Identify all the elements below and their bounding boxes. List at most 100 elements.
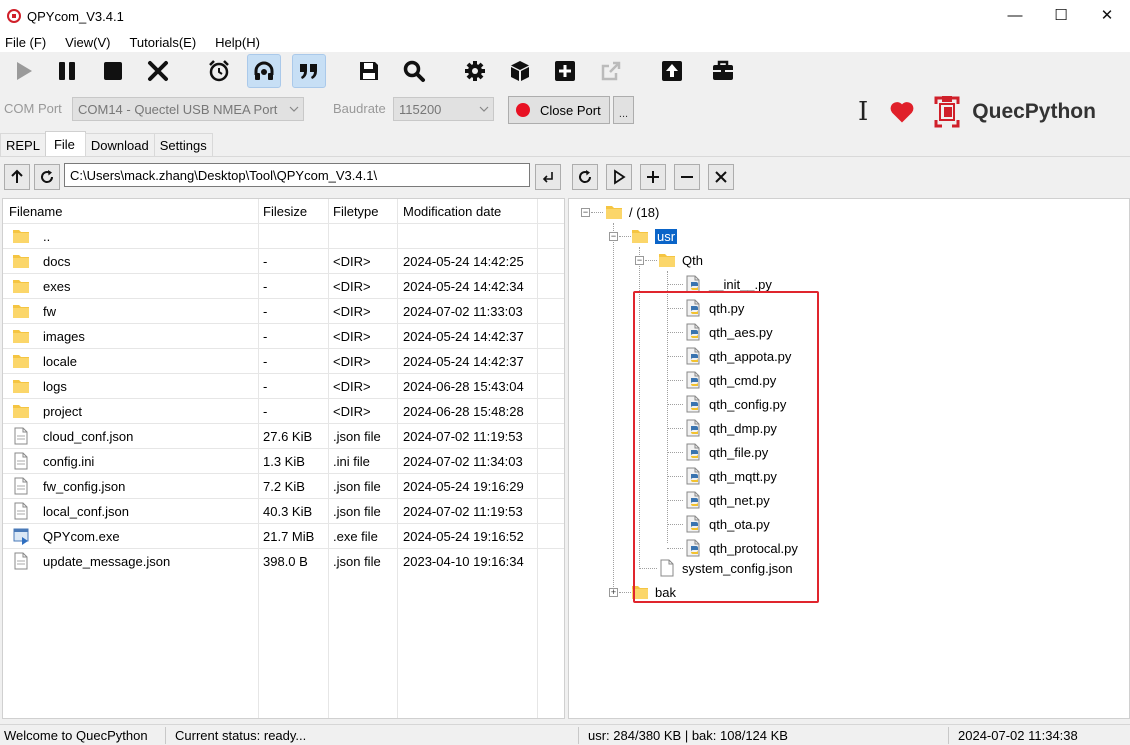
- remove-button[interactable]: [674, 164, 700, 190]
- close-window-button[interactable]: ✕: [1084, 0, 1130, 30]
- folder-icon: [606, 206, 622, 219]
- cell-filename: docs: [9, 249, 70, 273]
- baudrate-label: Baudrate: [333, 101, 386, 116]
- table-row[interactable]: local_conf.json 40.3 KiB .json file 2024-07…: [3, 498, 564, 523]
- menu-view[interactable]: View(V): [60, 35, 116, 50]
- header-filesize[interactable]: Filesize: [263, 199, 307, 223]
- more-options-button[interactable]: ...: [613, 96, 634, 124]
- table-row[interactable]: fw - <DIR> 2024-07-02 11:33:03: [3, 298, 564, 323]
- run-script-button[interactable]: [606, 164, 632, 190]
- header-modification-date[interactable]: Modification date: [403, 199, 501, 223]
- table-row[interactable]: ..: [3, 223, 564, 248]
- table-row[interactable]: exes - <DIR> 2024-05-24 14:42:34: [3, 273, 564, 298]
- table-row[interactable]: docs - <DIR> 2024-05-24 14:42:25: [3, 248, 564, 273]
- tree-root[interactable]: / (18): [605, 201, 659, 223]
- go-path-button[interactable]: [535, 164, 561, 190]
- status-memory: usr: 284/380 KB | bak: 108/124 KB: [588, 728, 788, 743]
- tree-folder-usr[interactable]: usr: [631, 225, 678, 247]
- parent-directory-button[interactable]: [4, 164, 30, 190]
- maximize-button[interactable]: ☐: [1038, 0, 1084, 30]
- app-logo-icon: [7, 9, 21, 23]
- table-row[interactable]: config.ini 1.3 KiB .ini file 2024-07-02 11:…: [3, 448, 564, 473]
- cell-filetype: <DIR>: [333, 278, 371, 294]
- header-filename[interactable]: Filename: [9, 199, 62, 223]
- export-button[interactable]: [594, 54, 628, 88]
- folder-icon: [659, 254, 675, 267]
- menu-help[interactable]: Help(H): [210, 35, 266, 50]
- toolbox-button[interactable]: [706, 54, 740, 88]
- new-file-button[interactable]: [640, 164, 666, 190]
- timer-button[interactable]: [202, 54, 236, 88]
- port-bar: COM Port COM14 - Quectel USB NMEA Port B…: [0, 92, 1130, 128]
- quote-mode-button[interactable]: [292, 54, 326, 88]
- minimize-button[interactable]: —: [992, 0, 1038, 30]
- clear-button[interactable]: [141, 54, 175, 88]
- device-file-tree: − / (18) − usr − Qth __init__.py qth.py qt…: [568, 198, 1130, 719]
- table-row[interactable]: images - <DIR> 2024-05-24 14:42:37: [3, 323, 564, 348]
- baudrate-value: 115200: [399, 101, 442, 117]
- brand-name: QuecPython: [972, 100, 1096, 123]
- table-row[interactable]: logs - <DIR> 2024-06-28 15:43:04: [3, 373, 564, 398]
- cell-filename: QPYcom.exe: [9, 524, 120, 548]
- cell-modification-date: 2024-07-02 11:34:03: [403, 453, 523, 469]
- table-row[interactable]: project - <DIR> 2024-06-28 15:48:28: [3, 398, 564, 423]
- close-port-button[interactable]: Close Port: [508, 96, 610, 124]
- cell-filetype: <DIR>: [333, 328, 371, 344]
- stop-button[interactable]: [96, 54, 130, 88]
- local-path-input[interactable]: C:\Users\mack.zhang\Desktop\Tool\QPYcom_…: [64, 163, 530, 187]
- tab-file[interactable]: File: [44, 131, 86, 157]
- tree-folder-qth[interactable]: Qth: [658, 249, 703, 271]
- heart-icon[interactable]: [888, 98, 916, 126]
- delete-button[interactable]: [708, 164, 734, 190]
- refresh-local-button[interactable]: [34, 164, 60, 190]
- cell-modification-date: 2024-06-28 15:48:28: [403, 403, 524, 419]
- cell-filename: config.ini: [9, 449, 94, 473]
- record-dot-icon: [516, 103, 530, 117]
- table-row[interactable]: fw_config.json 7.2 KiB .json file 2024-05-2…: [3, 473, 564, 498]
- status-datetime: 2024-07-02 11:34:38: [958, 728, 1078, 743]
- repl-mode-button[interactable]: [247, 54, 281, 88]
- upload-button[interactable]: [655, 54, 689, 88]
- folder-icon: [13, 230, 29, 243]
- add-button[interactable]: [548, 54, 582, 88]
- file-icon: [14, 427, 28, 445]
- cell-filename: images: [9, 324, 85, 348]
- cell-filesize: 40.3 KiB: [263, 503, 313, 519]
- tab-repl[interactable]: REPL: [0, 133, 46, 157]
- tree-collapse-toggle[interactable]: −: [635, 256, 644, 265]
- arrow-up-icon: [11, 169, 23, 183]
- tree-collapse-toggle[interactable]: −: [609, 232, 618, 241]
- cell-filetype: .ini file: [333, 453, 370, 469]
- settings-button[interactable]: [458, 54, 492, 88]
- run-button[interactable]: [6, 54, 40, 88]
- status-welcome: Welcome to QuecPython: [4, 728, 148, 743]
- table-row[interactable]: cloud_conf.json 27.6 KiB .json file 2024-07…: [3, 423, 564, 448]
- exe-icon: [13, 528, 29, 545]
- cell-modification-date: 2024-05-24 14:42:37: [403, 328, 524, 344]
- tab-settings[interactable]: Settings: [153, 133, 213, 157]
- tree-expand-toggle[interactable]: +: [609, 588, 618, 597]
- package-button[interactable]: [503, 54, 537, 88]
- local-file-pane: C:\Users\mack.zhang\Desktop\Tool\QPYcom_…: [0, 157, 566, 719]
- menu-file[interactable]: File (F): [0, 35, 52, 50]
- search-button[interactable]: [397, 54, 431, 88]
- upload-icon: [662, 61, 682, 81]
- menu-tutorials[interactable]: Tutorials(E): [124, 35, 202, 50]
- refresh-device-button[interactable]: [572, 164, 598, 190]
- com-port-select[interactable]: COM14 - Quectel USB NMEA Port: [72, 97, 304, 121]
- cell-filesize: -: [263, 378, 268, 394]
- headset-icon: [254, 61, 274, 80]
- cell-modification-date: 2024-07-02 11:19:53: [403, 503, 523, 519]
- table-row[interactable]: update_message.json 398.0 B .json file 2023…: [3, 548, 564, 573]
- header-filetype[interactable]: Filetype: [333, 199, 379, 223]
- cell-filesize: 398.0 B: [263, 553, 308, 569]
- save-button[interactable]: [352, 54, 386, 88]
- table-row[interactable]: QPYcom.exe 21.7 MiB .exe file 2024-05-24 19…: [3, 523, 564, 548]
- tree-collapse-toggle[interactable]: −: [581, 208, 590, 217]
- tab-download[interactable]: Download: [84, 133, 155, 157]
- table-row[interactable]: locale - <DIR> 2024-05-24 14:42:37: [3, 348, 564, 373]
- cell-filesize: -: [263, 278, 268, 294]
- close-x-icon: [148, 61, 168, 81]
- pause-button[interactable]: [50, 54, 84, 88]
- baudrate-select[interactable]: 115200: [393, 97, 494, 121]
